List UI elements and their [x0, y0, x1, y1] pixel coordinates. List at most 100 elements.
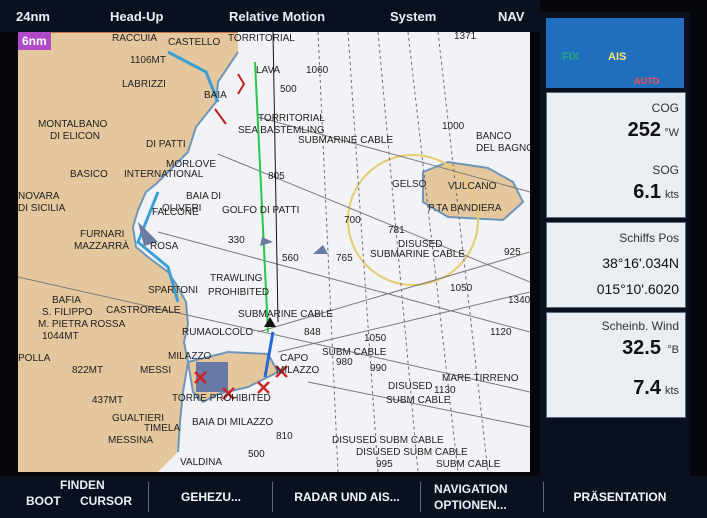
- longitude-value: 015°10'.6020: [596, 281, 679, 297]
- separator: [543, 482, 544, 512]
- chart-label: DI SICILIA: [18, 203, 66, 214]
- latitude-value: 38°16'.034N: [602, 255, 679, 271]
- right-data-panel: FIX AIS AUTO COG 252 °W SOG 6.1 kts Schi…: [540, 12, 690, 480]
- sog-label: SOG: [652, 163, 679, 177]
- chart-label: 925: [504, 247, 521, 258]
- chart-label: 995: [376, 459, 393, 470]
- chart-label: 1060: [306, 65, 329, 76]
- chart-label: CASTROREALE: [106, 305, 181, 316]
- chart-label: 1120: [490, 327, 512, 338]
- chart-label: SUBM CABLE: [322, 347, 387, 358]
- chart-label: PROHIBITED: [208, 287, 270, 298]
- chart-label: 1050: [364, 333, 387, 344]
- chart-label: 700: [344, 215, 361, 226]
- chart-label: SUBMARINE CABLE: [298, 135, 394, 146]
- cog-sog-box[interactable]: COG 252 °W SOG 6.1 kts: [546, 92, 686, 218]
- chart-label: 822MT: [72, 365, 104, 376]
- chart-label: GELSO: [392, 179, 427, 190]
- wind-kts-value: 7.4: [633, 377, 661, 399]
- chart-label: DISUSED SUBM CABLE: [356, 447, 468, 458]
- find-menu-title: FINDEN: [60, 478, 105, 492]
- chart-label: BANCO: [476, 131, 512, 142]
- range-badge: 6nm: [18, 32, 51, 50]
- chart-label: DEL BAGNO: [476, 143, 530, 154]
- chart-label: 810: [276, 431, 293, 442]
- chart-label: MILAZZO: [276, 365, 320, 376]
- gps-fix-icon: FIX: [562, 51, 580, 63]
- chart-label: 560: [282, 253, 299, 264]
- chart-label: 765: [336, 253, 353, 264]
- chart-label: SUBM CABLE: [386, 395, 451, 406]
- chart-label: TORRITORIAL: [228, 33, 295, 44]
- find-cursor-button[interactable]: CURSOR: [80, 494, 132, 508]
- chart-label: DISUSED: [388, 381, 433, 392]
- range-label: 24nm: [16, 9, 50, 24]
- status-icons-panel[interactable]: FIX AIS AUTO: [546, 18, 684, 88]
- chart-label: 1050: [450, 283, 473, 294]
- separator: [148, 482, 149, 512]
- orientation-label: Head-Up: [110, 9, 164, 24]
- chart-label: 1044MT: [42, 331, 79, 342]
- chart-label: RUMAOLCOLO: [182, 327, 254, 338]
- separator: [272, 482, 273, 512]
- chart-label: M. PIETRA ROSSA: [38, 319, 126, 330]
- chart-label: 500: [248, 449, 265, 460]
- motion-label: Relative Motion: [229, 9, 326, 24]
- chart-label: NOVARA: [18, 191, 60, 202]
- chart-label: TORRE PROHIBITED: [172, 393, 271, 404]
- chart-label: VALDINA: [180, 457, 223, 468]
- chart-label: 848: [304, 327, 321, 338]
- chart-label: 1000: [442, 121, 465, 132]
- find-boat-button[interactable]: BOOT: [26, 494, 61, 508]
- wind-speed-unit: °B: [667, 344, 679, 356]
- chart-label: BAIA DI MILAZZO: [192, 417, 274, 428]
- chart-label: 990: [370, 363, 387, 374]
- navigation-options-top[interactable]: NAVIGATION: [434, 482, 508, 496]
- chart-label: TIMELA: [144, 423, 181, 434]
- chart-label: SUBMARINE CABLE: [370, 249, 466, 260]
- chart-label: FALCONE: [152, 207, 199, 218]
- chart-label: MARE TIRRENO: [442, 373, 519, 384]
- cog-value: 252: [627, 119, 661, 141]
- chart-label: CASTELLO: [168, 37, 221, 48]
- position-box[interactable]: Schiffs Pos 38°16'.034N 015°10'.6020: [546, 222, 686, 308]
- navigation-options-bottom[interactable]: OPTIONEN...: [434, 498, 507, 512]
- chart-label: TRAWLING: [210, 273, 263, 284]
- wind-speed-value: 32.5: [622, 337, 661, 359]
- cog-unit: °W: [664, 127, 679, 139]
- goto-button[interactable]: GEHEZU...: [150, 476, 272, 518]
- chart-label: RACCUIA: [112, 33, 158, 44]
- wind-box[interactable]: Scheinb. Wind 32.5 °B 7.4 kts: [546, 312, 686, 418]
- chart-label: MESSINA: [108, 435, 154, 446]
- sog-value: 6.1: [633, 181, 661, 203]
- chart-label: SUBM CABLE: [436, 459, 501, 470]
- chart-label: POLLA: [18, 353, 51, 364]
- separator: [420, 482, 421, 512]
- presentation-button[interactable]: PRÄSENTATION: [545, 476, 695, 518]
- system-label: System: [390, 9, 437, 24]
- chart-label: LAVA: [256, 65, 281, 76]
- chart-label: BASICO: [70, 169, 108, 180]
- mode-label: NAV: [498, 9, 525, 24]
- chart-label: MESSI: [140, 365, 172, 376]
- chart-label: ROSA: [150, 241, 179, 252]
- chart-label: BAIA: [204, 90, 227, 101]
- chart-label: MONTALBANO: [38, 119, 108, 130]
- wind-kts-unit: kts: [664, 385, 679, 397]
- chart-label: 330: [228, 235, 245, 246]
- wind-label: Scheinb. Wind: [601, 319, 679, 333]
- sog-unit: kts: [664, 189, 679, 201]
- cog-label: COG: [651, 101, 679, 115]
- position-label: Schiffs Pos: [619, 231, 679, 245]
- bottom-softkey-bar: FINDEN BOOT CURSOR GEHEZU... RADAR UND A…: [0, 476, 707, 518]
- radar-ais-button[interactable]: RADAR UND AIS...: [274, 476, 420, 518]
- chart-label: S. FILIPPO: [42, 307, 93, 318]
- chart-label: 980: [336, 357, 353, 368]
- nautical-chart[interactable]: 6nm RACCUIA CASTELLO TORRITORIAL 1106MT …: [18, 32, 530, 472]
- chart-label: BAFIA: [52, 295, 81, 306]
- chart-label: 781: [388, 225, 405, 236]
- chart-label: DI PATTI: [146, 139, 186, 150]
- chart-label: DI ELICON: [50, 131, 101, 142]
- chart-label: CAPO: [280, 353, 309, 364]
- chart-label: INTERNATIONAL: [124, 169, 204, 180]
